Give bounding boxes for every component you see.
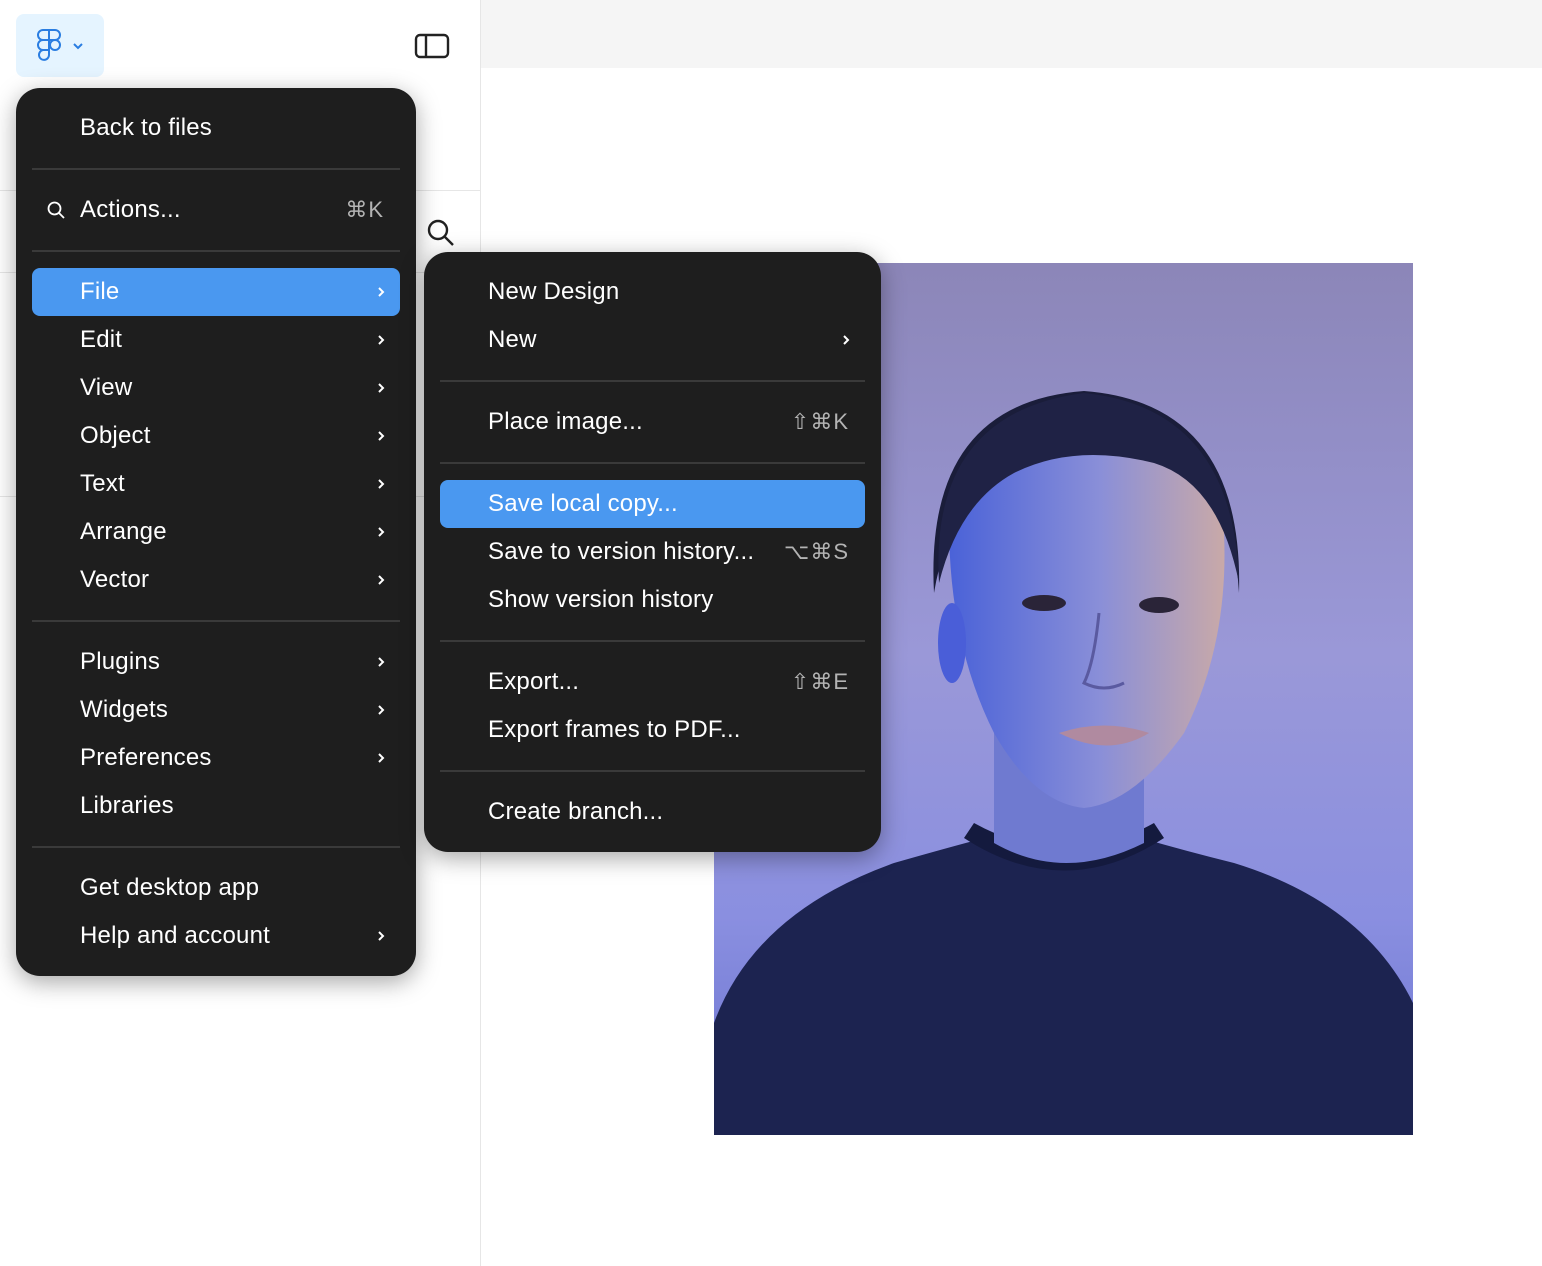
menu-item-label: Preferences xyxy=(80,744,212,771)
menu-item-label: Widgets xyxy=(80,696,169,723)
canvas-toolbar-area xyxy=(481,0,1542,68)
chevron-right-icon xyxy=(378,287,385,297)
menu-separator xyxy=(32,168,400,170)
submenu-item-save-local-copy[interactable]: Save local copy... xyxy=(440,480,865,528)
search-icon xyxy=(47,201,65,219)
menu-item-preferences[interactable]: Preferences xyxy=(32,734,400,782)
menu-item-back-to-files[interactable]: Back to files xyxy=(32,104,400,152)
menu-separator xyxy=(440,380,865,382)
menu-item-label: Vector xyxy=(80,566,150,593)
menu-item-label: Save to version history... xyxy=(488,538,755,565)
chevron-right-icon xyxy=(378,527,385,537)
menu-item-widgets[interactable]: Widgets xyxy=(32,686,400,734)
menu-item-label: Help and account xyxy=(80,922,270,949)
menu-item-label: Show version history xyxy=(488,586,714,613)
submenu-item-new[interactable]: New xyxy=(440,316,865,364)
menu-item-label: Place image... xyxy=(488,408,643,435)
shortcut-text: ⌘K xyxy=(345,197,384,222)
shortcut-text: ⇧⌘E xyxy=(790,669,849,694)
menu-separator xyxy=(440,462,865,464)
menu-item-file[interactable]: File xyxy=(32,268,400,316)
chevron-right-icon xyxy=(378,383,385,393)
menu-item-label: New Design xyxy=(488,278,620,305)
main-menu-button[interactable] xyxy=(16,14,104,77)
menu-item-label: Object xyxy=(80,422,151,449)
menu-item-vector[interactable]: Vector xyxy=(32,556,400,604)
chevron-right-icon xyxy=(843,335,850,345)
figma-logo-icon xyxy=(37,28,61,61)
menu-separator xyxy=(32,250,400,252)
submenu-item-place-image[interactable]: Place image... ⇧⌘K xyxy=(440,398,865,446)
chevron-right-icon xyxy=(378,479,385,489)
menu-item-label: Create branch... xyxy=(488,798,664,825)
menu-separator xyxy=(440,640,865,642)
menu-item-view[interactable]: View xyxy=(32,364,400,412)
menu-item-label: Get desktop app xyxy=(80,874,260,901)
submenu-item-show-version-history[interactable]: Show version history xyxy=(440,576,865,624)
chevron-right-icon xyxy=(378,753,385,763)
menu-item-label: New xyxy=(488,326,537,353)
menu-item-help-and-account[interactable]: Help and account xyxy=(32,912,400,960)
file-submenu: New Design New Place image... ⇧⌘K Save l… xyxy=(424,252,881,852)
chevron-right-icon xyxy=(378,931,385,941)
menu-separator xyxy=(32,620,400,622)
menu-item-label: File xyxy=(80,278,120,305)
menu-item-libraries[interactable]: Libraries xyxy=(32,782,400,830)
chevron-right-icon xyxy=(378,657,385,667)
menu-item-label: Save local copy... xyxy=(488,490,678,517)
menu-item-plugins[interactable]: Plugins xyxy=(32,638,400,686)
submenu-item-new-design[interactable]: New Design xyxy=(440,268,865,316)
chevron-right-icon xyxy=(378,575,385,585)
submenu-item-save-to-version-history[interactable]: Save to version history... ⌥⌘S xyxy=(440,528,865,576)
chevron-right-icon xyxy=(378,335,385,345)
menu-item-label: Export frames to PDF... xyxy=(488,716,741,743)
menu-item-text[interactable]: Text xyxy=(32,460,400,508)
chevron-right-icon xyxy=(378,705,385,715)
menu-item-label: Plugins xyxy=(80,648,161,675)
menu-item-label: Libraries xyxy=(80,792,174,819)
menu-item-label: Text xyxy=(80,470,125,497)
menu-item-label: Arrange xyxy=(80,518,167,545)
shortcut-text: ⇧⌘K xyxy=(790,409,849,434)
chevron-right-icon xyxy=(378,431,385,441)
menu-item-edit[interactable]: Edit xyxy=(32,316,400,364)
submenu-item-export-frames-to-pdf[interactable]: Export frames to PDF... xyxy=(440,706,865,754)
main-menu: Back to files Actions... ⌘K File Edit Vi… xyxy=(16,88,416,976)
menu-item-label: Edit xyxy=(80,326,123,353)
search-icon[interactable] xyxy=(424,216,456,248)
submenu-item-export[interactable]: Export... ⇧⌘E xyxy=(440,658,865,706)
menu-item-get-desktop-app[interactable]: Get desktop app xyxy=(32,864,400,912)
menu-separator xyxy=(440,770,865,772)
submenu-item-create-branch[interactable]: Create branch... xyxy=(440,788,865,836)
shortcut-text: ⌥⌘S xyxy=(783,539,849,564)
menu-item-label: Back to files xyxy=(80,114,212,141)
chevron-down-icon xyxy=(73,42,83,49)
menu-item-arrange[interactable]: Arrange xyxy=(32,508,400,556)
menu-item-label: Actions... xyxy=(80,196,181,223)
sidebar-toggle-icon[interactable] xyxy=(414,32,450,60)
menu-item-actions[interactable]: Actions... ⌘K xyxy=(32,186,400,234)
menu-separator xyxy=(32,846,400,848)
menu-item-object[interactable]: Object xyxy=(32,412,400,460)
menu-item-label: View xyxy=(80,374,133,401)
menu-item-label: Export... xyxy=(488,668,580,695)
